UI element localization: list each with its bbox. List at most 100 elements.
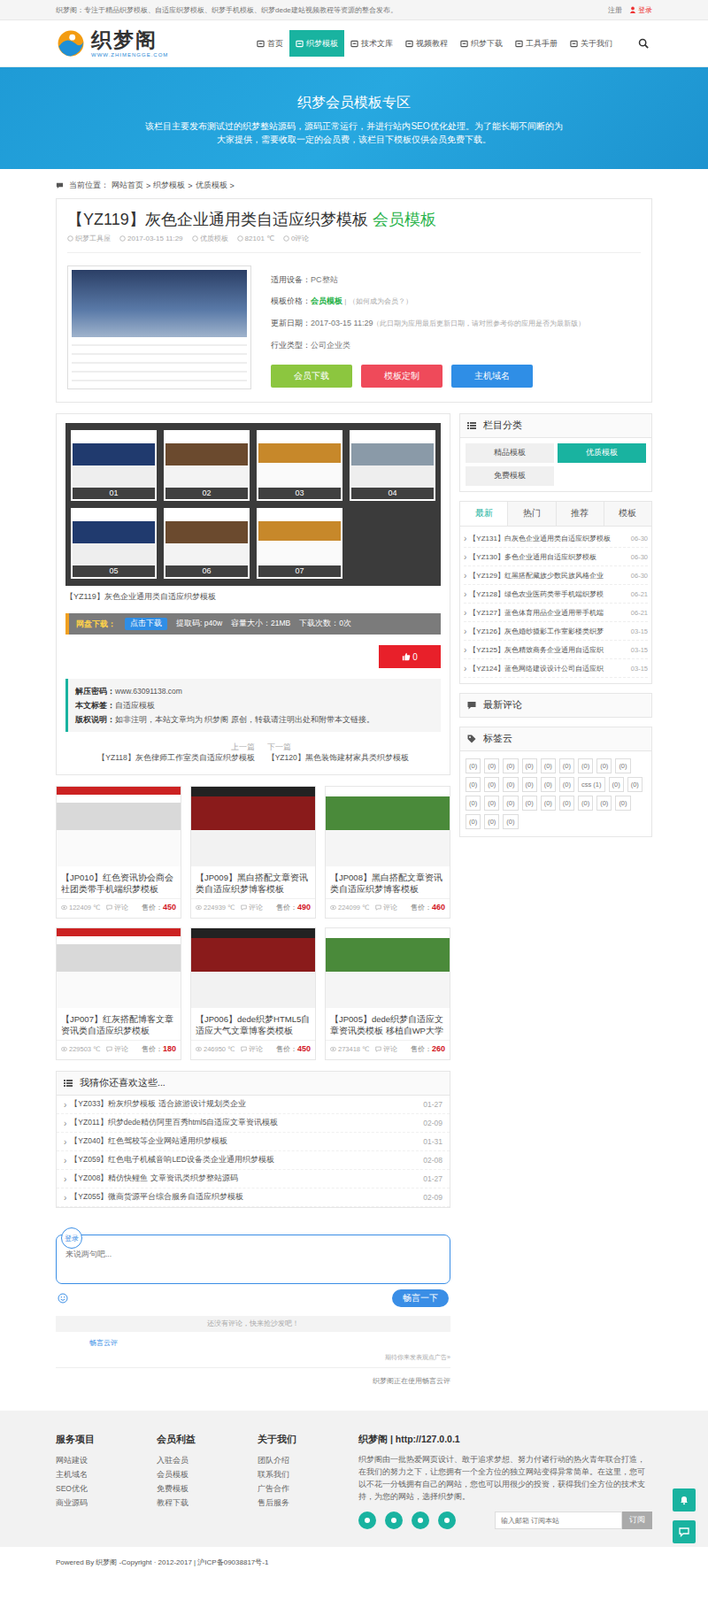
tag[interactable]: (0) <box>540 777 556 793</box>
subscribe-button[interactable]: 订阅 <box>622 1511 653 1530</box>
gallery-thumb[interactable]: 06 <box>163 507 250 579</box>
footer-link[interactable]: 广告合作 <box>257 1481 359 1496</box>
tab[interactable]: 最新 <box>460 501 508 526</box>
related-card[interactable]: 【JP005】dede织梦自适应文章资讯类模板 移植自WP大学273418 ℃评… <box>324 927 451 1061</box>
login-link[interactable]: 登录 <box>629 5 653 16</box>
tab[interactable]: 推荐 <box>556 501 605 526</box>
emoji-icon[interactable] <box>57 1292 69 1304</box>
search-icon[interactable] <box>638 38 649 49</box>
category-button[interactable]: 优质模板 <box>557 443 647 463</box>
tag[interactable]: css (1) <box>577 777 606 793</box>
footer-link[interactable]: 教程下载 <box>156 1495 258 1510</box>
bell-icon[interactable] <box>672 1488 696 1512</box>
register-link[interactable]: 注册 <box>607 5 623 16</box>
wechat-icon[interactable] <box>411 1511 430 1530</box>
tag[interactable]: (0) <box>559 777 575 793</box>
guess-item[interactable]: ›【YZ055】微商货源平台综合服务自适应织梦模板02-09 <box>56 1188 450 1208</box>
tag[interactable]: (0) <box>559 758 575 774</box>
tag[interactable]: (0) <box>484 795 500 811</box>
latest-item[interactable]: ›【YZ128】绿色农业医药类带手机端织梦模06-21 <box>463 584 648 604</box>
qq-icon[interactable] <box>358 1511 377 1530</box>
pager-link[interactable]: 下一篇【YZ120】黑色装饰建材家具类织梦模板 <box>267 742 409 764</box>
pager-link[interactable]: 上一篇【YZ118】灰色律师工作室类自适应织梦模板 <box>97 742 254 764</box>
tag[interactable]: (0) <box>522 795 538 811</box>
footer-link[interactable]: 网站建设 <box>55 1453 157 1468</box>
breadcrumb-link[interactable]: 优质模板 <box>195 179 228 192</box>
mail-icon[interactable] <box>384 1511 403 1530</box>
comment-brand[interactable]: 畅言云评 <box>55 1331 451 1348</box>
footer-link[interactable]: 入驻会员 <box>156 1453 258 1468</box>
latest-item[interactable]: ›【YZ124】蓝色网络建设设计公司自适应织03-15 <box>463 659 648 678</box>
related-card[interactable]: 【JP010】红色资讯协会商会社团类带手机端织梦模板122409 ℃评论售价：4… <box>55 785 182 919</box>
footer-link[interactable]: 会员模板 <box>156 1467 258 1482</box>
nav-item[interactable]: 织梦下载 <box>454 20 509 67</box>
email-input[interactable] <box>494 1511 623 1530</box>
nav-item[interactable]: 织梦模板 <box>289 30 345 57</box>
tag[interactable]: (0) <box>577 795 593 811</box>
footer-link[interactable]: 商业源码 <box>55 1495 157 1510</box>
tag[interactable]: (0) <box>484 814 500 830</box>
category-button[interactable]: 免费模板 <box>465 466 555 486</box>
action-button[interactable]: 主机域名 <box>451 364 533 388</box>
footer-link[interactable]: 联系我们 <box>257 1467 359 1482</box>
tag[interactable]: (0) <box>577 758 593 774</box>
guess-item[interactable]: ›【YZ040】红色驾校等企业网站通用织梦模板01-31 <box>56 1132 450 1152</box>
footer-link[interactable]: 团队介绍 <box>257 1453 359 1468</box>
nav-item[interactable]: 技术文库 <box>344 20 400 67</box>
login-badge[interactable]: 登录 <box>61 1227 83 1249</box>
breadcrumb-link[interactable]: 织梦模板 <box>153 179 185 192</box>
guess-item[interactable]: ›【YZ011】织梦dede精仿阿里百秀html5自适应文章资讯模板02-09 <box>56 1114 450 1133</box>
tag[interactable]: (0) <box>596 795 612 811</box>
footer-link[interactable]: 免费模板 <box>156 1481 258 1496</box>
gallery-thumb[interactable]: 03 <box>256 430 343 501</box>
tag[interactable]: (0) <box>540 795 556 811</box>
tag[interactable]: (0) <box>502 795 518 811</box>
breadcrumb-link[interactable]: 网站首页 <box>111 179 144 192</box>
weibo-icon[interactable] <box>438 1511 456 1530</box>
nav-item[interactable]: 视频教程 <box>399 20 455 67</box>
tag[interactable]: (0) <box>540 758 556 774</box>
tag[interactable]: (0) <box>596 758 612 774</box>
tag[interactable]: (0) <box>465 814 481 830</box>
gallery-thumb[interactable]: 05 <box>70 507 157 579</box>
nav-item[interactable]: 首页 <box>250 20 290 67</box>
related-card[interactable]: 【JP007】红灰搭配博客文章资讯类自适应织梦模板229503 ℃评论售价：18… <box>55 927 182 1061</box>
tag[interactable]: (0) <box>502 758 518 774</box>
tag[interactable]: (0) <box>615 758 631 774</box>
tag[interactable]: (0) <box>559 795 575 811</box>
latest-item[interactable]: ›【YZ130】多色企业通用自适应织梦模板06-30 <box>463 547 648 567</box>
latest-item[interactable]: ›【YZ126】灰色婚纱摄影工作室影楼类织梦03-15 <box>463 622 648 641</box>
gallery-thumb[interactable]: 07 <box>256 507 343 579</box>
category-button[interactable]: 精品模板 <box>465 443 555 463</box>
footer-link[interactable]: 主机域名 <box>55 1467 157 1482</box>
download-button[interactable]: 点击下载 <box>124 617 168 631</box>
tab[interactable]: 热门 <box>507 501 556 526</box>
gallery-thumb[interactable]: 04 <box>349 430 436 501</box>
tag[interactable]: (0) <box>465 777 481 793</box>
latest-item[interactable]: ›【YZ129】红黑搭配藏族少数民族风格企业06-30 <box>463 566 648 585</box>
comment-ad[interactable]: 期待你来发表观点广告» <box>55 1347 451 1369</box>
tag[interactable]: (0) <box>502 814 518 830</box>
latest-item[interactable]: ›【YZ127】蓝色体育用品企业通用带手机端06-21 <box>463 603 648 623</box>
action-button[interactable]: 会员下载 <box>270 364 353 388</box>
tag[interactable]: (0) <box>615 795 631 811</box>
guess-item[interactable]: ›【YZ008】精仿快鲤鱼 文章资讯类织梦整站源码01-27 <box>56 1169 450 1189</box>
nav-item[interactable]: 关于我们 <box>563 20 619 67</box>
tag[interactable]: (0) <box>465 795 481 811</box>
guess-item[interactable]: ›【YZ059】红色电子机械音响LED设备类企业通用织梦模板02-08 <box>56 1151 450 1170</box>
tag[interactable]: (0) <box>522 777 538 793</box>
logo[interactable]: 织梦阁WWW.ZHIMENGGE.COM <box>55 28 169 59</box>
tag[interactable]: (0) <box>484 777 500 793</box>
chat-icon[interactable] <box>672 1520 696 1544</box>
tag[interactable]: (0) <box>608 777 624 793</box>
footer-link[interactable]: 售后服务 <box>257 1495 359 1510</box>
tab[interactable]: 模板 <box>604 501 652 526</box>
latest-item[interactable]: ›【YZ131】白灰色企业通用类自适应织梦模板06-30 <box>463 529 648 548</box>
related-card[interactable]: 【JP008】黑白搭配文章资讯类自适应织梦博客模板224099 ℃评论售价：46… <box>324 785 451 919</box>
tag[interactable]: (0) <box>465 758 481 774</box>
tag[interactable]: (0) <box>502 777 518 793</box>
gallery-thumb[interactable]: 01 <box>70 430 157 501</box>
nav-item[interactable]: 工具手册 <box>508 20 564 67</box>
like-button[interactable]: 0 <box>378 645 441 669</box>
footer-link[interactable]: SEO优化 <box>55 1481 157 1496</box>
